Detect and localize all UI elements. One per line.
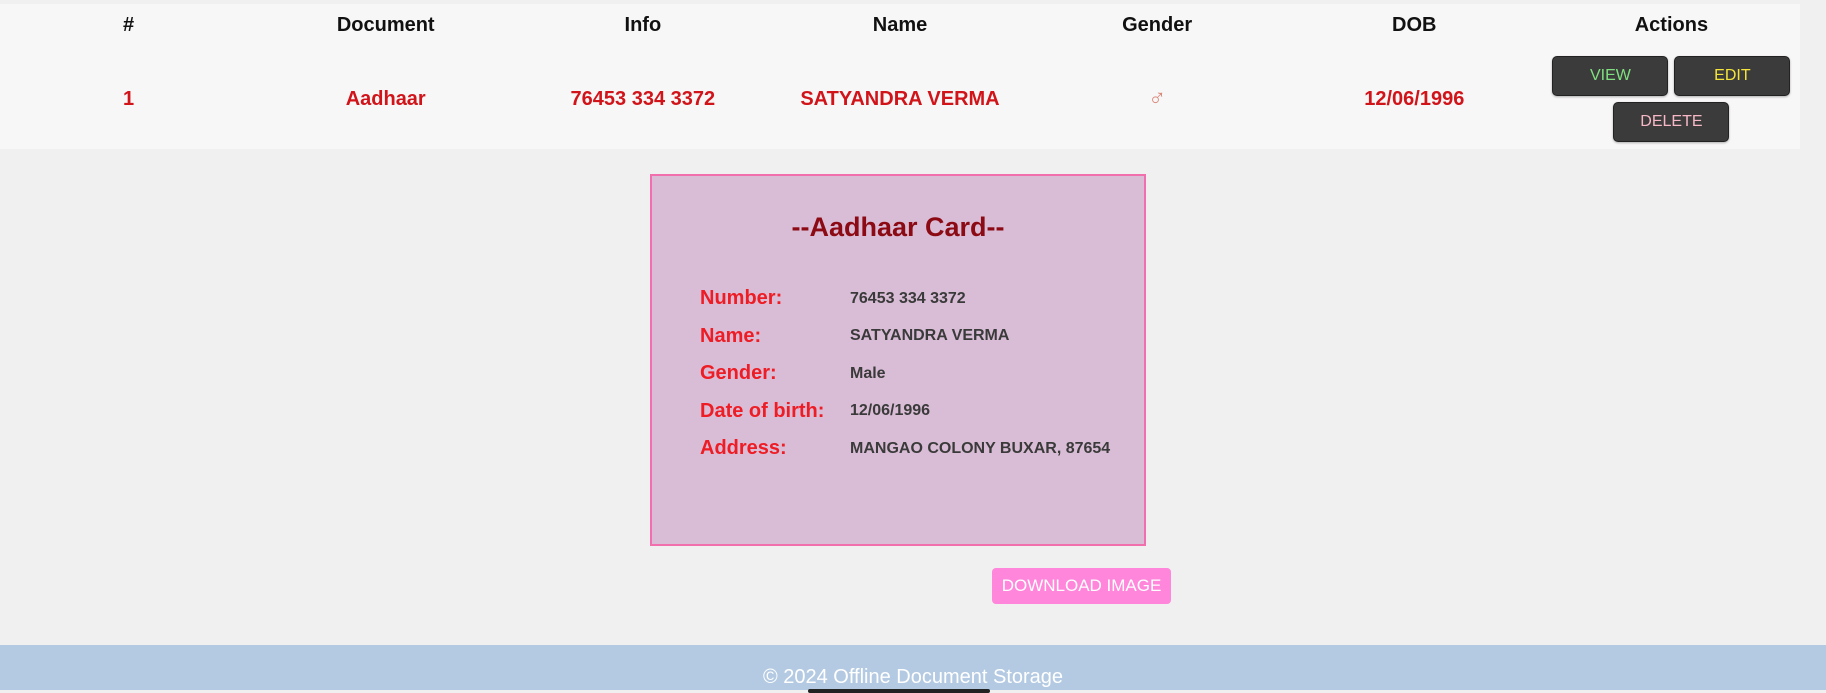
download-image-button[interactable]: DOWNLOAD IMAGE: [992, 568, 1171, 604]
actions-group: VIEW EDIT DELETE: [1551, 56, 1791, 142]
card-field-label: Number:: [700, 287, 783, 310]
view-button[interactable]: VIEW: [1552, 56, 1669, 96]
card-title: --Aadhaar Card--: [791, 212, 1005, 242]
card-field-value: 76453 334 3372: [850, 289, 966, 307]
card-field-value: 12/06/1996: [850, 402, 931, 420]
card-field-label: Address:: [700, 437, 787, 460]
card-field-address: Address: MANGAO COLONY BUXAR, 87654: [700, 430, 1110, 468]
header-gender: Gender: [1122, 13, 1193, 36]
header-info: Info: [624, 13, 662, 36]
row-name: SATYANDRA VERMA: [800, 87, 1000, 110]
aadhaar-card-preview: --Aadhaar Card-- Number: 76453 334 3372 …: [650, 174, 1146, 546]
delete-button[interactable]: DELETE: [1613, 102, 1730, 142]
header-document: Document: [336, 13, 435, 36]
header-name: Name: [872, 13, 928, 36]
card-field-value: SATYANDRA VERMA: [850, 327, 1010, 345]
row-info: 76453 334 3372: [570, 87, 716, 110]
card-fields: Number: 76453 334 3372 Name: SATYANDRA V…: [700, 280, 1110, 468]
header-dob: DOB: [1392, 13, 1437, 36]
row-dob: 12/06/1996: [1364, 87, 1465, 110]
edit-button[interactable]: EDIT: [1674, 56, 1791, 96]
footer-copyright: © 2024 Offline Document Storage: [762, 666, 1064, 688]
row-document: Aadhaar: [345, 87, 426, 110]
male-symbol-icon: ♂: [1148, 85, 1167, 112]
table-header-row: # Document Info Name Gender DOB Actions: [0, 4, 1800, 46]
card-field-value: MANGAO COLONY BUXAR, 87654: [850, 439, 1111, 457]
documents-table: # Document Info Name Gender DOB Actions …: [0, 4, 1800, 149]
footer: © 2024 Offline Document Storage: [0, 645, 1826, 693]
card-field-label: Date of birth:: [700, 399, 825, 422]
card-field-number: Number: 76453 334 3372: [700, 280, 1110, 318]
card-field-value: Male: [850, 364, 886, 382]
table-row: 1 Aadhaar 76453 334 3372 SATYANDRA VERMA…: [0, 50, 1800, 148]
card-field-dob: Date of birth: 12/06/1996: [700, 393, 1110, 431]
row-index: 1: [123, 87, 135, 110]
header-actions: Actions: [1634, 13, 1709, 36]
card-field-label: Gender:: [700, 362, 777, 385]
row-actions: VIEW EDIT DELETE: [1543, 56, 1800, 142]
card-field-label: Name:: [700, 324, 762, 347]
card-field-name: Name: SATYANDRA VERMA: [700, 318, 1110, 356]
header-index: #: [123, 13, 135, 36]
card-field-gender: Gender: Male: [700, 355, 1110, 393]
